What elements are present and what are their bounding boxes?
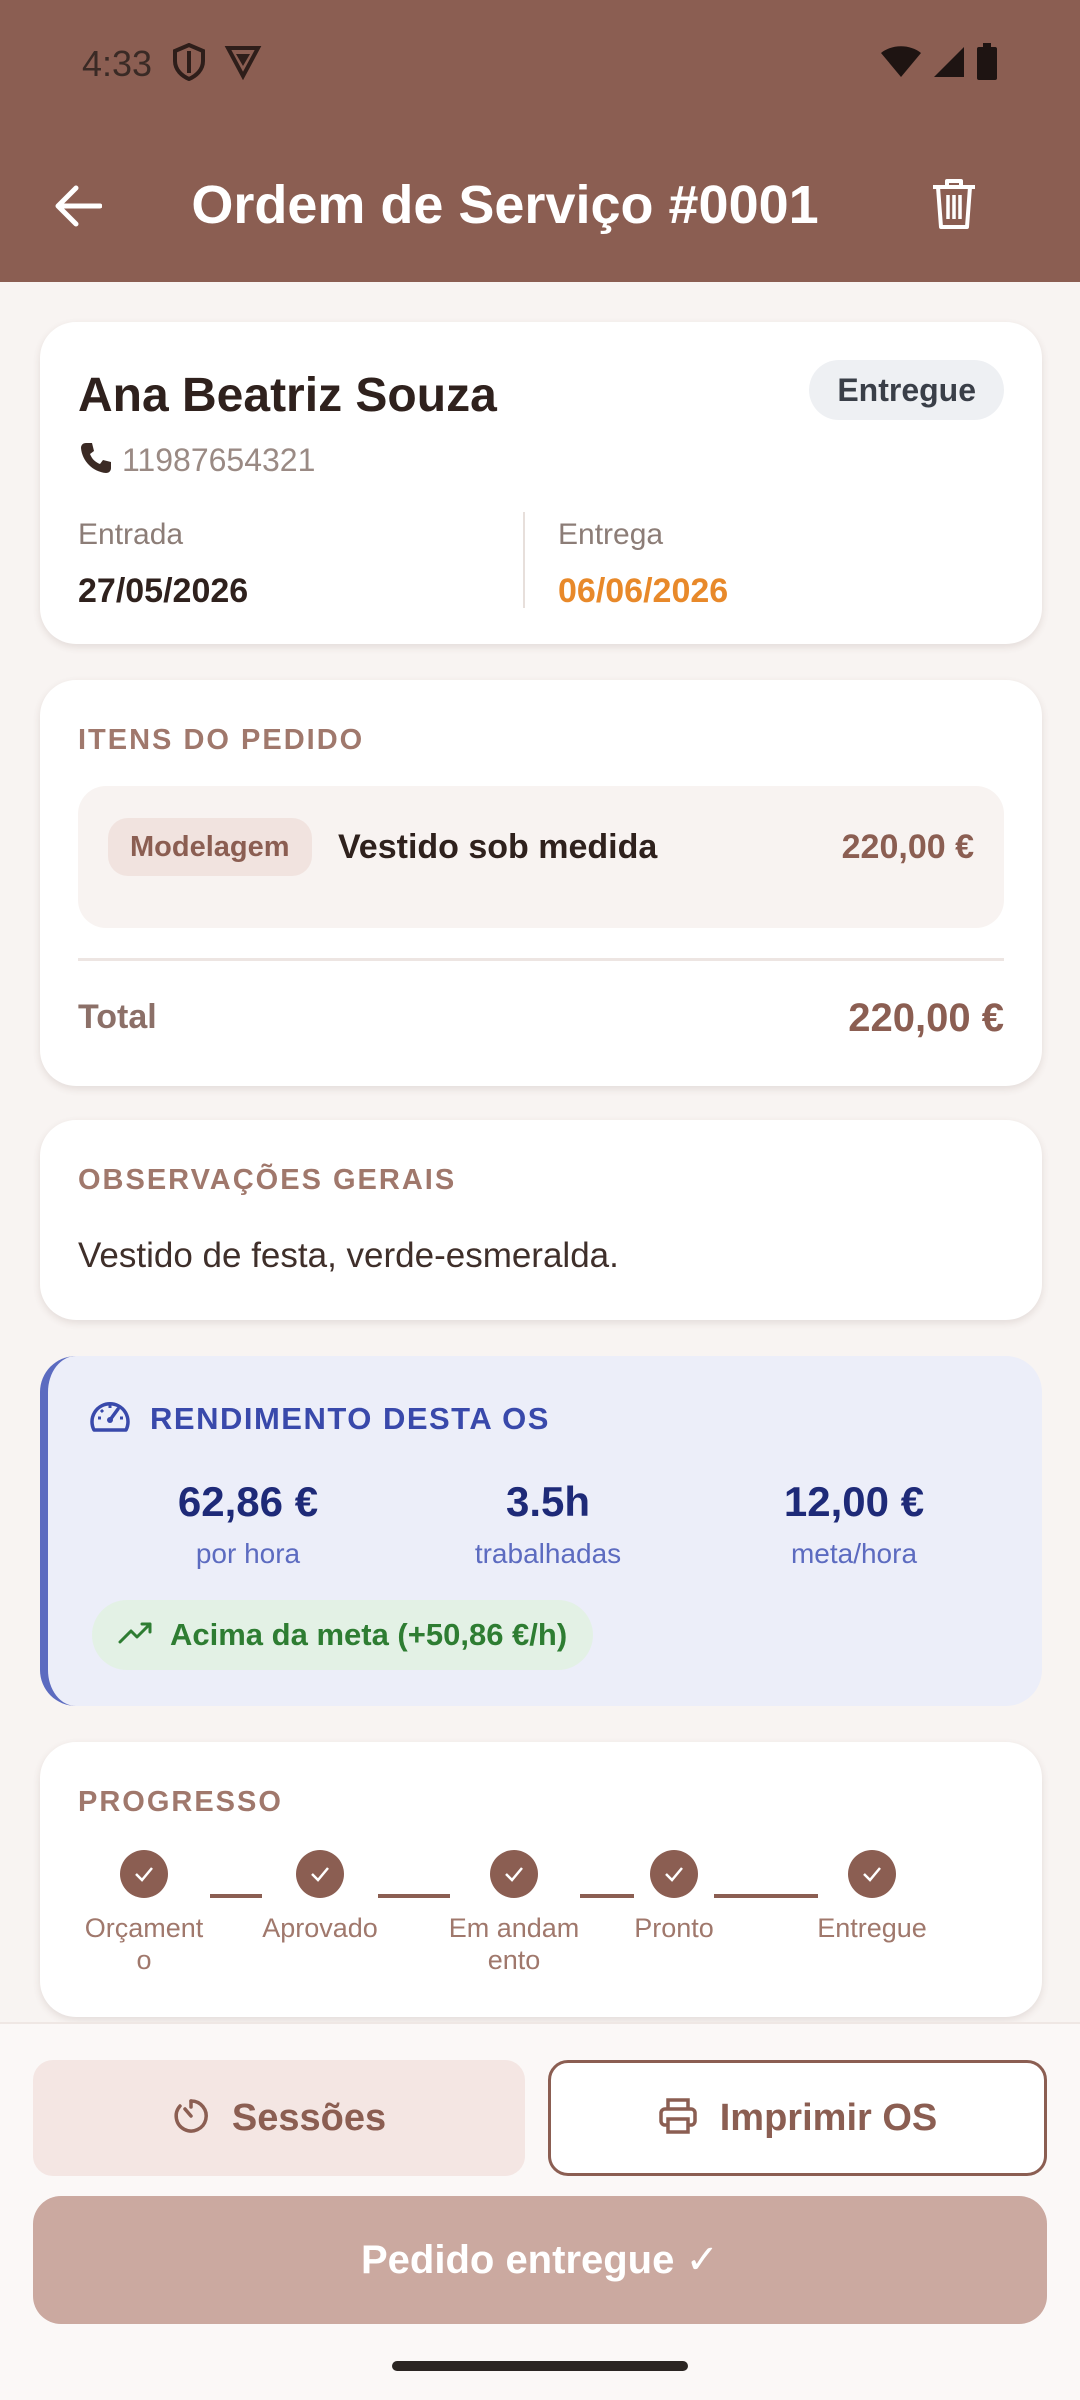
progress-step-ready: Pronto <box>594 1850 754 1944</box>
delete-button[interactable] <box>916 168 992 244</box>
delivery-date-value: 06/06/2026 <box>558 572 729 610</box>
page-title: Ordem de Serviço #0001 <box>191 175 819 235</box>
check-icon <box>296 1850 344 1898</box>
item-category-tag: Modelagem <box>108 818 312 876</box>
vpn-icon <box>224 44 262 85</box>
entry-date-block: Entrada 27/05/2026 <box>78 518 248 611</box>
order-items-card: ITENS DO PEDIDO Modelagem Vestido sob me… <box>40 680 1042 1086</box>
stat-per-hour: 62,86 € por hora <box>98 1478 398 1570</box>
total-label: Total <box>78 998 157 1036</box>
progress-step-quote: Orçament o <box>64 1850 224 1976</box>
bottom-action-bar: Sessões Imprimir OS Pedido entregue ✓ <box>0 2022 1080 2400</box>
item-name: Vestido sob medida <box>338 828 658 866</box>
phone-number: 11987654321 <box>122 442 316 478</box>
timer-icon <box>172 2097 210 2140</box>
home-indicator[interactable] <box>392 2361 688 2371</box>
toolbar: Ordem de Serviço #0001 <box>0 150 1080 262</box>
progress-card: PROGRESSO Orçament o Aprovado Em andam e… <box>40 1742 1042 2017</box>
total-value: 220,00 € <box>848 996 1004 1040</box>
progress-section-title: PROGRESSO <box>78 1786 283 1818</box>
yield-card: RENDIMENTO DESTA OS 62,86 € por hora 3.5… <box>40 1356 1042 1706</box>
phone-icon <box>78 440 114 481</box>
check-icon <box>848 1850 896 1898</box>
check-icon <box>650 1850 698 1898</box>
status-bar: 4:33 <box>0 30 1080 98</box>
wifi-icon <box>880 45 922 84</box>
check-icon <box>490 1850 538 1898</box>
divider <box>78 958 1004 961</box>
item-price: 220,00 € <box>841 828 974 866</box>
progress-step-label: Entregue <box>817 1913 927 1943</box>
progress-step-delivered: Entregue <box>792 1850 952 1944</box>
stat-goal-per-hour: 12,00 € meta/hora <box>704 1478 1004 1570</box>
trash-icon <box>931 177 977 236</box>
trending-up-icon <box>118 1621 154 1650</box>
list-item[interactable]: Modelagem Vestido sob medida 220,00 € <box>78 786 1004 928</box>
app-bar: 4:33 Ordem de Serviço #0001 <box>0 0 1080 282</box>
notes-section-title: OBSERVAÇÕES GERAIS <box>78 1164 457 1196</box>
progress-step-label: Aprovado <box>262 1913 378 1943</box>
stat-value: 12,00 € <box>783 1478 925 1525</box>
notes-text: Vestido de festa, verde-esmeralda. <box>78 1236 619 1275</box>
stat-hours-worked: 3.5h trabalhadas <box>398 1478 698 1570</box>
goal-status-badge: Acima da meta (+50,86 €/h) <box>92 1600 594 1670</box>
yield-header: RENDIMENTO DESTA OS <box>88 1396 550 1441</box>
stat-value: 3.5h <box>505 1478 591 1525</box>
entry-date-value: 27/05/2026 <box>78 572 249 610</box>
progress-step-approved: Aprovado <box>240 1850 400 1944</box>
delivery-date-label: Entrega <box>558 518 664 551</box>
progress-step-label: Em andam ento <box>448 1913 580 1975</box>
phone-row[interactable]: 11987654321 <box>78 440 315 481</box>
notes-card: OBSERVAÇÕES GERAIS Vestido de festa, ver… <box>40 1120 1042 1320</box>
customer-card: Ana Beatriz Souza Entregue 11987654321 E… <box>40 322 1042 644</box>
items-section-title: ITENS DO PEDIDO <box>78 724 365 756</box>
progress-step-label: Pronto <box>634 1913 714 1943</box>
stat-label: meta/hora <box>790 1538 918 1569</box>
speedometer-icon <box>88 1396 132 1441</box>
yield-title: RENDIMENTO DESTA OS <box>150 1400 550 1436</box>
print-button-label: Imprimir OS <box>719 2096 938 2139</box>
check-icon <box>120 1850 168 1898</box>
printer-icon <box>658 2097 698 2140</box>
sessions-button[interactable]: Sessões <box>33 2060 525 2176</box>
battery-icon <box>976 42 998 86</box>
shield-icon <box>172 42 206 86</box>
stat-label: por hora <box>195 1538 301 1569</box>
order-delivered-button[interactable]: Pedido entregue ✓ <box>33 2196 1047 2324</box>
stat-label: trabalhadas <box>474 1538 622 1569</box>
goal-status-text: Acima da meta (+50,86 €/h) <box>170 1617 568 1652</box>
entry-date-label: Entrada <box>78 518 184 551</box>
status-badge: Entregue <box>809 360 1004 420</box>
progress-step-label: Orçament o <box>84 1913 204 1975</box>
status-time: 4:33 <box>82 43 153 84</box>
sessions-button-label: Sessões <box>231 2096 387 2139</box>
customer-name: Ana Beatriz Souza <box>78 369 497 422</box>
print-button[interactable]: Imprimir OS <box>548 2060 1047 2176</box>
order-delivered-label: Pedido entregue ✓ <box>360 2238 719 2282</box>
stat-value: 62,86 € <box>177 1478 319 1525</box>
signal-icon <box>932 45 966 84</box>
delivery-date-block: Entrega 06/06/2026 <box>558 518 728 611</box>
date-divider <box>523 512 525 608</box>
progress-step-in-progress: Em andam ento <box>434 1850 594 1976</box>
